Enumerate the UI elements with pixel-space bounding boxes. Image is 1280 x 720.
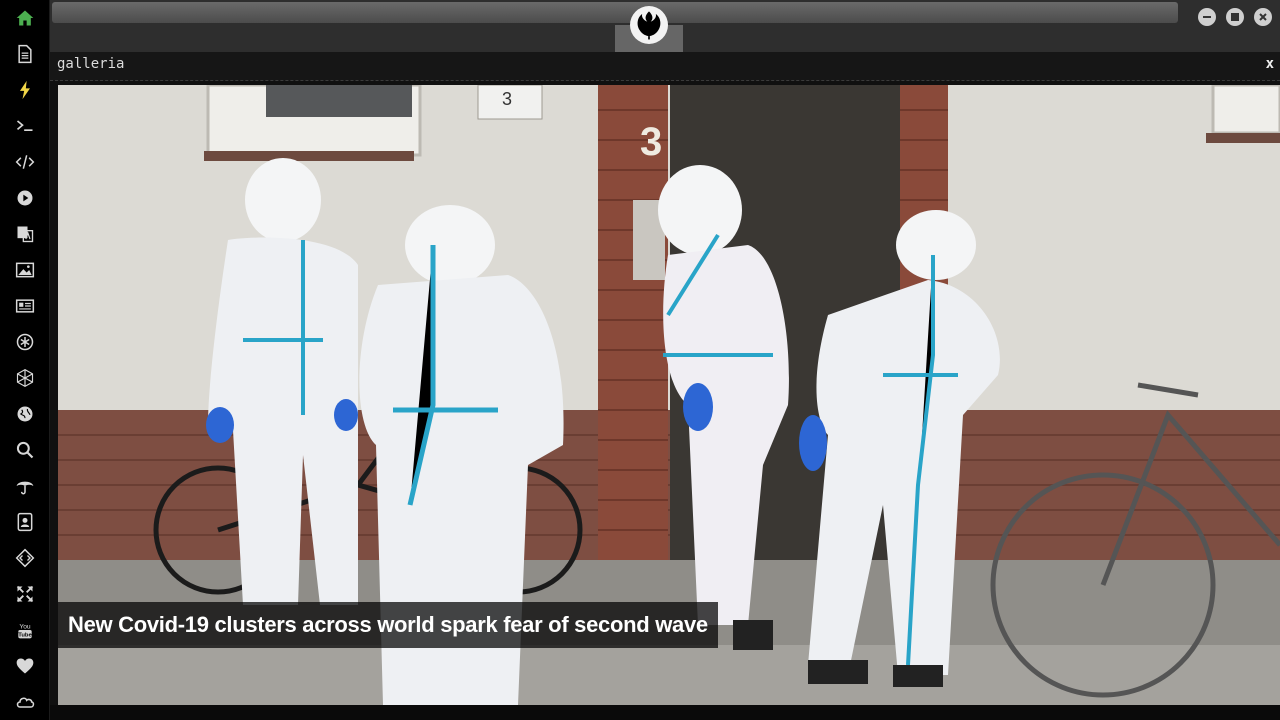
sidebar: You Tube — [0, 0, 50, 720]
svg-text:You: You — [19, 623, 31, 630]
polyhedron-icon[interactable] — [13, 366, 37, 390]
svg-text:3: 3 — [502, 89, 512, 109]
close-icon[interactable] — [1254, 8, 1272, 26]
youtube-icon[interactable]: You Tube — [13, 618, 37, 642]
document-icon[interactable] — [13, 42, 37, 66]
panel-title: galleria — [57, 56, 125, 72]
home-icon[interactable] — [13, 6, 37, 30]
globe-icon[interactable] — [13, 402, 37, 426]
address-bar[interactable] — [52, 2, 1178, 23]
heart-icon[interactable] — [13, 654, 37, 678]
expand-icon[interactable] — [13, 582, 37, 606]
svg-text:3: 3 — [640, 120, 662, 164]
maximize-icon[interactable] — [1226, 8, 1244, 26]
minimize-icon[interactable] — [1198, 8, 1216, 26]
terminal-icon[interactable] — [13, 114, 37, 138]
translate-icon[interactable] — [13, 222, 37, 246]
search-icon[interactable] — [13, 438, 37, 462]
lightning-icon[interactable] — [13, 78, 37, 102]
top-bar — [50, 0, 1280, 52]
panel-header: galleria x — [50, 52, 1280, 81]
cloud-icon[interactable] — [13, 690, 37, 714]
contact-card-icon[interactable] — [13, 510, 37, 534]
image-caption: New Covid-19 clusters across world spark… — [58, 602, 718, 648]
play-icon[interactable] — [13, 186, 37, 210]
code-icon[interactable] — [13, 150, 37, 174]
image-icon[interactable] — [13, 258, 37, 282]
panel-close-button[interactable]: x — [1266, 56, 1274, 72]
asterisk-icon[interactable] — [13, 330, 37, 354]
rebel-alliance-icon[interactable] — [630, 6, 668, 44]
news-icon[interactable] — [13, 294, 37, 318]
code-diamond-icon[interactable] — [13, 546, 37, 570]
svg-text:Tube: Tube — [18, 633, 32, 639]
bottom-strip — [50, 705, 1280, 720]
umbrella-icon[interactable] — [13, 474, 37, 498]
